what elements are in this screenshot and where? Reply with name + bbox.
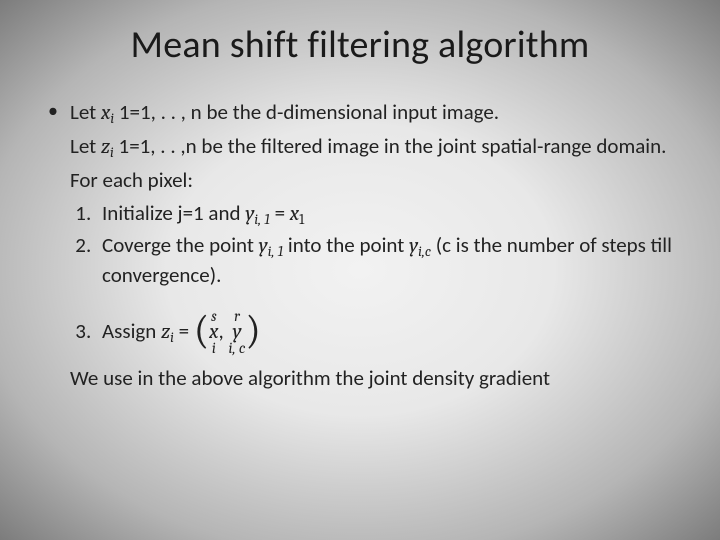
text: Coverge the point <box>102 232 259 258</box>
var-y: y <box>259 234 268 258</box>
line-let-z: Let zi 1=1, . . ,n be the filtered image… <box>44 132 676 162</box>
text: Initialize j=1 and <box>102 200 245 226</box>
step-2: Coverge the point yi, 1 into the point y… <box>96 231 676 290</box>
sub-i: i <box>110 110 114 127</box>
steps-list: Initialize j=1 and yi, 1 = x1 Coverge th… <box>44 199 676 356</box>
eq: = <box>174 318 194 344</box>
var-z: z <box>101 135 110 159</box>
var-x: x <box>101 101 110 125</box>
line-for-each: For each pixel: <box>44 166 676 195</box>
line-let-x: Let xi 1=1, . . , n be the d-dimensional… <box>44 98 676 128</box>
closing-line: We use in the above algorithm the joint … <box>44 364 676 393</box>
slide-body: Let xi 1=1, . . , n be the d-dimensional… <box>44 98 676 393</box>
var-x: x <box>290 202 299 226</box>
var-z: z <box>161 320 170 344</box>
text: Let <box>70 99 101 125</box>
slide: Mean shift filtering algorithm Let xi 1=… <box>0 0 720 540</box>
sub-i1: i, 1 <box>268 243 283 260</box>
term-x-s-i: sxi <box>209 310 218 356</box>
text: 1=1, . . , n be the d-dimensional input … <box>114 99 499 125</box>
sub-i1: i, 1 <box>254 211 269 228</box>
comma: , <box>219 318 229 344</box>
slide-title: Mean shift filtering algorithm <box>44 22 676 68</box>
step-1: Initialize j=1 and yi, 1 = x1 <box>96 199 676 229</box>
text: 1=1, . . ,n be the filtered image in the… <box>114 133 667 159</box>
eq: = <box>270 200 290 226</box>
sub-i: i <box>110 144 114 161</box>
var-y: y <box>409 234 418 258</box>
step-3: Assign zi = (sxi, ryi, c) <box>96 310 676 356</box>
text: Assign <box>102 318 161 344</box>
text: Let <box>70 133 101 159</box>
paren-open: ( <box>194 307 209 353</box>
paren-close: ) <box>245 307 260 353</box>
text: into the point <box>283 232 409 258</box>
sub-1: 1 <box>299 211 304 228</box>
term-y-r-ic: ryi, c <box>229 310 246 356</box>
sub-i: i <box>170 329 174 346</box>
sub-ic: i,c <box>418 243 431 260</box>
